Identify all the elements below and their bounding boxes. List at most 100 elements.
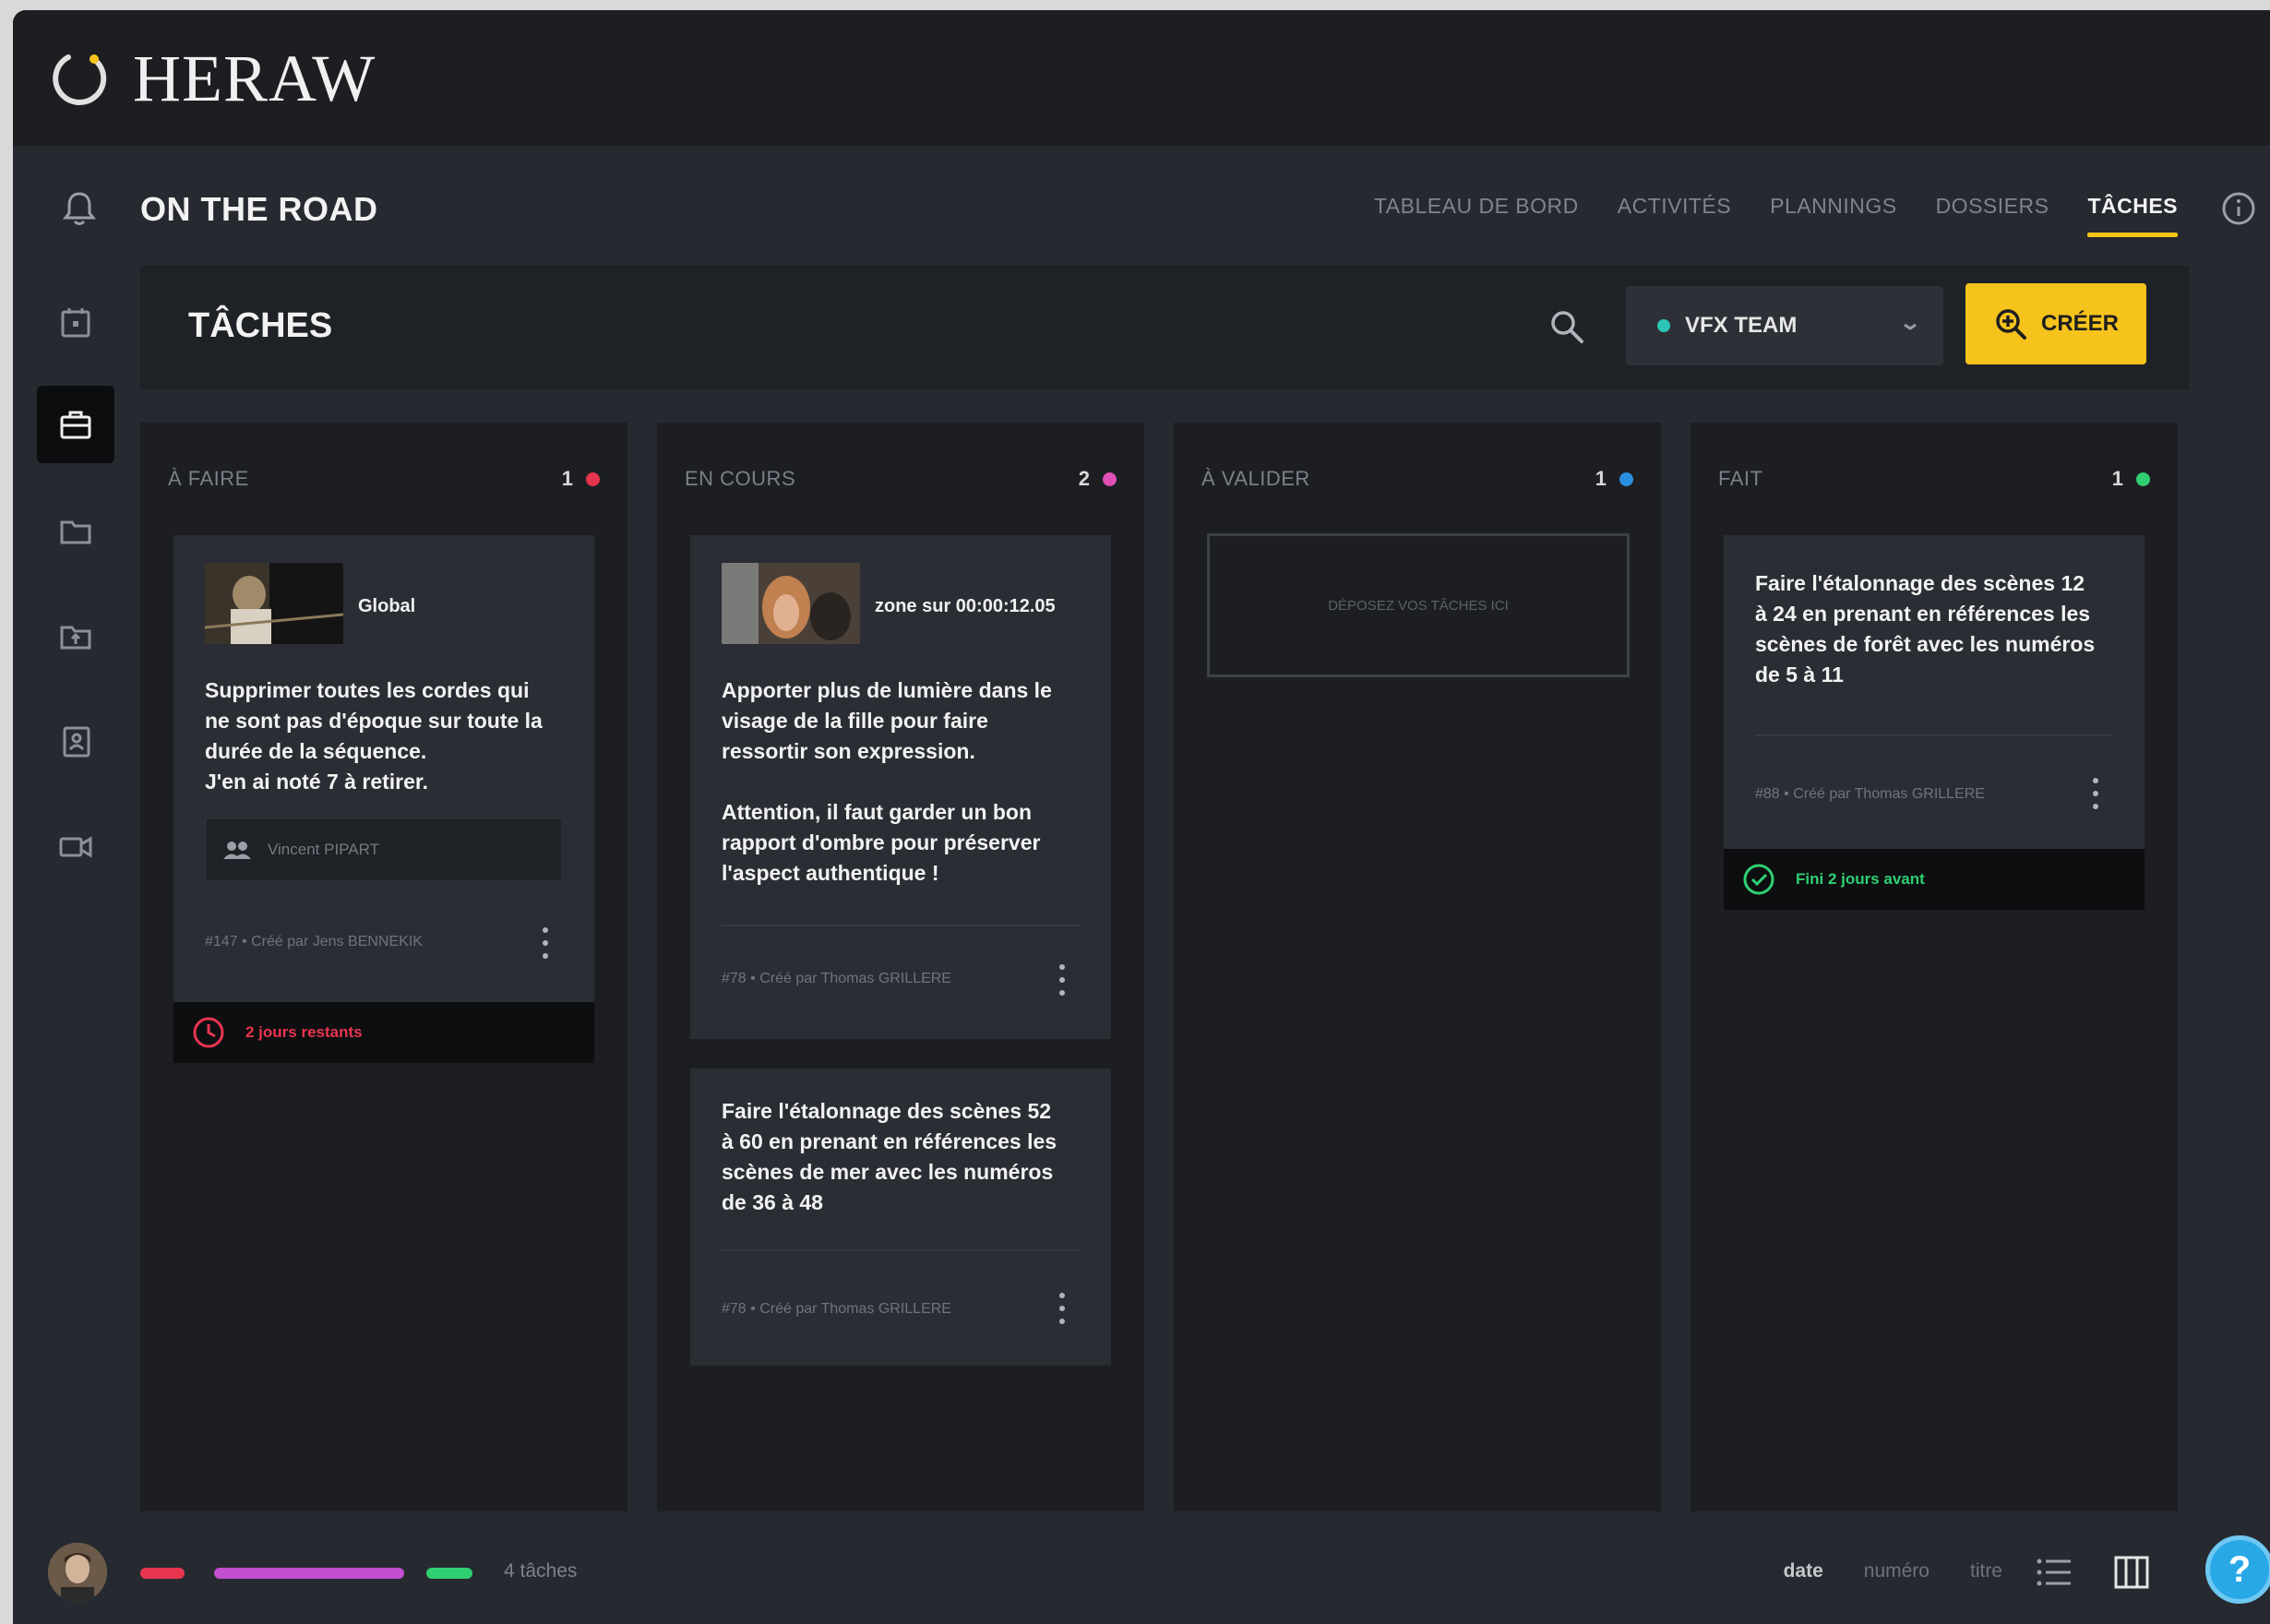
nav-activites[interactable]: ACTIVITÉS: [1618, 194, 1731, 237]
column-fait: FAIT 1 Faire l'étalonnage des scènes 12 …: [1691, 423, 2178, 1511]
info-icon[interactable]: [2220, 190, 2257, 227]
progress-segment-done: [426, 1568, 472, 1579]
left-sidebar: [13, 146, 133, 1624]
task-card[interactable]: Faire l'étalonnage des scènes 12 à 24 en…: [1724, 535, 2145, 910]
nav-tableau-de-bord[interactable]: TABLEAU DE BORD: [1374, 194, 1579, 237]
column-count: 1: [1595, 467, 1633, 491]
sort-by-number[interactable]: numéro: [1864, 1560, 1930, 1582]
column-count-value: 2: [1078, 467, 1090, 490]
top-bar: HERAW: [13, 10, 2270, 146]
clock-icon: [193, 1017, 224, 1048]
task-card[interactable]: Faire l'étalonnage des scènes 52 à 60 en…: [690, 1069, 1111, 1366]
help-button[interactable]: ?: [2205, 1535, 2270, 1604]
user-avatar-image: [48, 1543, 107, 1602]
create-button[interactable]: CRÉER: [1965, 283, 2146, 364]
task-drop-zone[interactable]: DÉPOSEZ VOS TÂCHES ICI: [1207, 533, 1630, 677]
brand-logo[interactable]: HERAW: [50, 45, 376, 112]
check-circle-icon: [1743, 864, 1774, 895]
sidebar-item-calendar[interactable]: [37, 284, 114, 362]
task-deadline-status: 2 jours restants: [173, 1002, 594, 1063]
create-button-label: CRÉER: [2040, 311, 2119, 336]
column-count-value: 1: [561, 467, 573, 490]
task-meta: #78 • Créé par Thomas GRILLERE: [722, 971, 951, 986]
sidebar-item-folders[interactable]: [37, 493, 114, 570]
column-a-faire: À FAIRE 1 Global Supprimer toutes les co…: [140, 423, 627, 1511]
column-header: À VALIDER 1: [1201, 467, 1633, 491]
search-icon[interactable]: [1547, 306, 1587, 347]
more-options-icon[interactable]: [1057, 961, 1067, 998]
sidebar-item-tasks[interactable]: [37, 386, 114, 463]
progress-segment-in-progress: [214, 1568, 404, 1579]
list-view-icon[interactable]: [2034, 1552, 2074, 1593]
nav-dossiers[interactable]: DOSSIERS: [1936, 194, 2049, 237]
footer-bar: 4 tâches date numéro titre ?: [13, 1522, 2270, 1624]
column-en-cours: EN COURS 2 zone sur 00:00:12.05 Apporter…: [657, 423, 1144, 1511]
task-meta: #78 • Créé par Thomas GRILLERE: [722, 1301, 951, 1317]
task-context: Global: [358, 596, 416, 616]
task-description: Supprimer toutes les cordes qui ne sont …: [205, 678, 543, 794]
task-meta: #88 • Créé par Thomas GRILLERE: [1755, 786, 1985, 802]
team-select[interactable]: VFX TEAM: [1626, 286, 1943, 365]
more-options-icon[interactable]: [1057, 1290, 1067, 1327]
main-nav: TABLEAU DE BORD ACTIVITÉS PLANNINGS DOSS…: [1374, 194, 2178, 237]
shared-folder-icon: [60, 626, 91, 650]
avatar[interactable]: [48, 1543, 107, 1602]
assignee-name: Vincent PIPART: [268, 841, 379, 858]
column-title: À FAIRE: [168, 467, 249, 490]
brand-name: HERAW: [133, 41, 376, 115]
sidebar-item-contacts[interactable]: [37, 703, 114, 781]
folder-icon: [60, 520, 91, 544]
task-thumbnail[interactable]: [722, 563, 860, 644]
sort-by-title[interactable]: titre: [1970, 1560, 2002, 1582]
task-card[interactable]: Global Supprimer toutes les cordes qui n…: [173, 535, 594, 1063]
column-title: À VALIDER: [1201, 467, 1310, 490]
more-options-icon[interactable]: [541, 925, 550, 961]
task-description: Faire l'étalonnage des scènes 12 à 24 en…: [1755, 571, 2096, 687]
contact-book-icon: [63, 726, 90, 758]
board-view-icon[interactable]: [2111, 1552, 2152, 1593]
task-completion-status: Fini 2 jours avant: [1724, 849, 2145, 910]
briefcase-icon: [60, 411, 91, 439]
project-title: ON THE ROAD: [140, 190, 378, 228]
column-header: À FAIRE 1: [168, 467, 600, 491]
column-count: 1: [562, 467, 600, 491]
task-card[interactable]: zone sur 00:00:12.05 Apporter plus de lu…: [690, 535, 1111, 1039]
nav-taches[interactable]: TÂCHES: [2087, 194, 2178, 237]
users-icon: [223, 842, 251, 859]
thumbnail-image: [722, 563, 860, 644]
video-camera-icon: [59, 836, 92, 858]
column-title: FAIT: [1718, 467, 1763, 490]
team-color-dot: [1657, 319, 1670, 332]
card-divider: [722, 1249, 1080, 1251]
nav-plannings[interactable]: PLANNINGS: [1770, 194, 1896, 237]
task-description: Apporter plus de lumière dans le visage …: [722, 678, 1052, 885]
page-title: TÂCHES: [188, 306, 333, 345]
chevron-down-icon: [1904, 323, 1917, 330]
column-title: EN COURS: [685, 467, 796, 490]
sort-by-date[interactable]: date: [1784, 1560, 1823, 1582]
team-label: VFX TEAM: [1685, 313, 1798, 338]
column-count-value: 1: [1595, 467, 1607, 490]
sidebar-item-video[interactable]: [37, 808, 114, 886]
task-count: 4 tâches: [504, 1560, 578, 1582]
column-count: 1: [2112, 467, 2150, 491]
more-options-icon[interactable]: [2091, 775, 2100, 812]
column-status-dot: [2136, 472, 2150, 486]
add-task-icon: [1996, 309, 2026, 340]
task-progress-bar: [140, 1568, 472, 1579]
completion-text: Fini 2 jours avant: [1796, 870, 1925, 888]
column-count: 2: [1079, 467, 1117, 491]
task-description: Faire l'étalonnage des scènes 52 à 60 en…: [722, 1099, 1057, 1214]
app-window: HERAW ON THE ROAD TABLEAU DE BORD ACTIVI…: [13, 10, 2270, 1624]
card-divider: [1755, 734, 2113, 736]
heraw-logo-icon: [53, 54, 107, 105]
task-context: zone sur 00:00:12.05: [875, 596, 1056, 616]
task-thumbnail[interactable]: [205, 563, 343, 644]
deadline-text: 2 jours restants: [245, 1023, 363, 1041]
sidebar-item-shared[interactable]: [37, 598, 114, 675]
task-assignee[interactable]: Vincent PIPART: [207, 819, 561, 880]
column-header: FAIT 1: [1718, 467, 2150, 491]
column-header: EN COURS 2: [685, 467, 1117, 491]
project-header: ON THE ROAD TABLEAU DE BORD ACTIVITÉS PL…: [13, 146, 2270, 275]
column-a-valider: À VALIDER 1 DÉPOSEZ VOS TÂCHES ICI: [1174, 423, 1661, 1511]
